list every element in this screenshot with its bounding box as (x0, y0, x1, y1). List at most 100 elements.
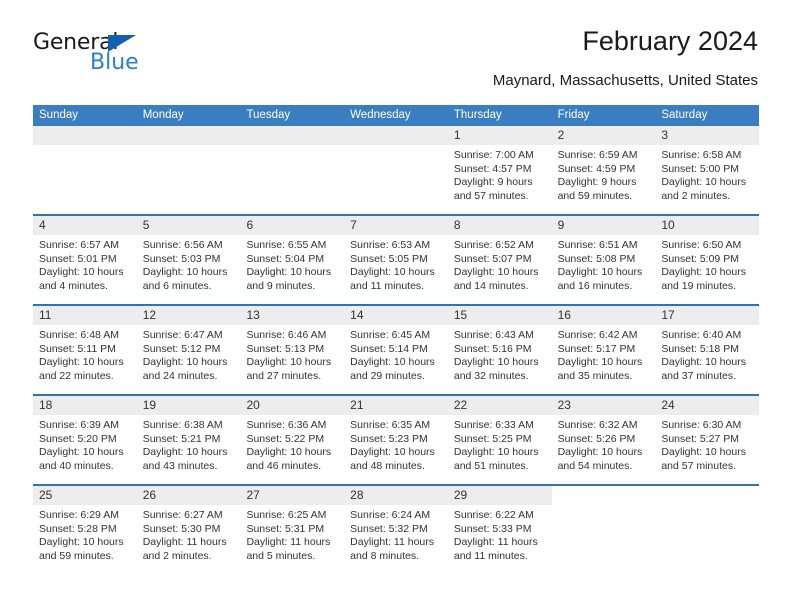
day-cell-1[interactable]: 1 Sunrise: 7:00 AM Sunset: 4:57 PM Daylight… (447, 126, 552, 214)
day-cell-16[interactable]: 16 Sunrise: 6:42 AM Sunset: 5:17 PM Dayligh… (551, 306, 656, 394)
day-cell-empty (552, 486, 656, 574)
logo-text-blue: Blue (90, 50, 139, 75)
day-number: 21 (344, 396, 448, 415)
page-header: General Blue February 2024 Maynard, Mass… (33, 26, 758, 94)
day-cell-15[interactable]: 15 Sunrise: 6:43 AM Sunset: 5:16 PM Dayligh… (447, 306, 552, 394)
calendar-week-cells: 4 Sunrise: 6:57 AM Sunset: 5:01 PM Daylight… (33, 216, 760, 304)
day-cell-8[interactable]: 8 Sunrise: 6:52 AM Sunset: 5:07 PM Daylight… (447, 216, 552, 304)
day-details: Sunrise: 6:48 AM Sunset: 5:11 PM Daylight:… (33, 325, 137, 383)
weekday-header-saturday: Saturday (661, 109, 708, 121)
day-cell-13[interactable]: 13 Sunrise: 6:46 AM Sunset: 5:13 PM Dayligh… (240, 306, 345, 394)
sunrise-text: Sunrise: 6:56 AM (142, 239, 223, 251)
daylight-text: Daylight: 10 hours and 48 minutes. (350, 446, 435, 472)
day-cell-9[interactable]: 9 Sunrise: 6:51 AM Sunset: 5:08 PM Daylight… (551, 216, 656, 304)
sunset-text: Sunset: 5:08 PM (557, 252, 636, 265)
day-cell-empty (33, 126, 137, 214)
day-number: 28 (344, 486, 448, 505)
general-blue-logo: General Blue (33, 32, 213, 80)
day-cell-4[interactable]: 4 Sunrise: 6:57 AM Sunset: 5:01 PM Daylight… (33, 216, 137, 304)
day-number: 19 (136, 396, 241, 415)
sunset-text: Sunset: 5:11 PM (39, 342, 116, 355)
calendar-week-cells: 1 Sunrise: 7:00 AM Sunset: 4:57 PM Daylight… (33, 126, 760, 214)
day-number: 4 (33, 216, 137, 235)
day-number: 12 (136, 306, 241, 325)
daylight-text: Daylight: 10 hours and 4 minutes. (39, 266, 124, 292)
day-cell-17[interactable]: 17 Sunrise: 6:40 AM Sunset: 5:18 PM Dayligh… (655, 306, 760, 394)
weekday-header-wednesday: Wednesday (350, 109, 411, 121)
day-cell-empty (344, 126, 448, 214)
day-cell-29[interactable]: 29 Sunrise: 6:22 AM Sunset: 5:33 PM Dayligh… (447, 486, 552, 574)
weekday-header-row: Sunday Monday Tuesday Wednesday Thursday Frid… (33, 105, 759, 126)
day-cell-24[interactable]: 24 Sunrise: 6:30 AM Sunset: 5:27 PM Dayligh… (655, 396, 760, 484)
sunset-text: Sunset: 5:12 PM (142, 342, 221, 355)
daylight-text: Daylight: 9 hours and 59 minutes. (557, 176, 637, 202)
day-cell-14[interactable]: 14 Sunrise: 6:45 AM Sunset: 5:14 PM Dayligh… (344, 306, 448, 394)
calendar-week-cells: 25 Sunrise: 6:29 AM Sunset: 5:28 PM Dayligh… (33, 486, 759, 574)
day-cell-2[interactable]: 2 Sunrise: 6:59 AM Sunset: 4:59 PM Daylight… (551, 126, 656, 214)
sunset-text: Sunset: 5:27 PM (661, 432, 739, 445)
calendar-week-cells: 11 Sunrise: 6:48 AM Sunset: 5:11 PM Dayligh… (33, 306, 760, 394)
day-number: 14 (344, 306, 448, 325)
sunrise-text: Sunrise: 6:53 AM (350, 239, 431, 251)
sunset-text: Sunset: 5:17 PM (557, 342, 636, 355)
day-number (552, 486, 656, 505)
day-number: 13 (240, 306, 345, 325)
day-details: Sunrise: 6:52 AM Sunset: 5:07 PM Daylight:… (448, 235, 552, 293)
day-number: 1 (447, 126, 552, 145)
sunrise-text: Sunrise: 6:22 AM (453, 509, 534, 521)
sunrise-text: Sunrise: 6:33 AM (453, 419, 534, 431)
daylight-text: Daylight: 10 hours and 57 minutes. (661, 446, 746, 472)
daylight-text: Daylight: 10 hours and 24 minutes. (142, 356, 228, 382)
day-details: Sunrise: 6:29 AM Sunset: 5:28 PM Daylight:… (33, 505, 137, 563)
day-cell-5[interactable]: 5 Sunrise: 6:56 AM Sunset: 5:03 PM Daylight… (136, 216, 241, 304)
day-details: Sunrise: 6:27 AM Sunset: 5:30 PM Daylight:… (137, 505, 241, 563)
day-number: 25 (33, 486, 137, 505)
calendar-page: General Blue February 2024 Maynard, Mass… (0, 0, 792, 612)
day-cell-3[interactable]: 3 Sunrise: 6:58 AM Sunset: 5:00 PM Daylight… (655, 126, 760, 214)
daylight-text: Daylight: 10 hours and 51 minutes. (453, 446, 539, 472)
day-cell-18[interactable]: 18 Sunrise: 6:39 AM Sunset: 5:20 PM Dayligh… (33, 396, 137, 484)
day-details: Sunrise: 7:00 AM Sunset: 4:57 PM Daylight:… (448, 145, 552, 203)
day-cell-7[interactable]: 7 Sunrise: 6:53 AM Sunset: 5:05 PM Daylight… (344, 216, 448, 304)
daylight-text: Daylight: 10 hours and 19 minutes. (661, 266, 746, 292)
day-number (344, 126, 448, 145)
day-cell-6[interactable]: 6 Sunrise: 6:55 AM Sunset: 5:04 PM Daylight… (240, 216, 345, 304)
day-cell-25[interactable]: 25 Sunrise: 6:29 AM Sunset: 5:28 PM Dayligh… (33, 486, 137, 574)
day-cell-22[interactable]: 22 Sunrise: 6:33 AM Sunset: 5:25 PM Dayligh… (447, 396, 552, 484)
day-details: Sunrise: 6:30 AM Sunset: 5:27 PM Daylight:… (655, 415, 759, 473)
day-details: Sunrise: 6:47 AM Sunset: 5:12 PM Daylight:… (137, 325, 241, 383)
daylight-text: Daylight: 10 hours and 11 minutes. (350, 266, 435, 292)
sunset-text: Sunset: 5:00 PM (661, 162, 739, 175)
sunset-text: Sunset: 5:01 PM (39, 252, 117, 265)
daylight-text: Daylight: 11 hours and 8 minutes. (350, 536, 435, 562)
day-cell-12[interactable]: 12 Sunrise: 6:47 AM Sunset: 5:12 PM Dayligh… (136, 306, 241, 394)
daylight-text: Daylight: 10 hours and 37 minutes. (661, 356, 746, 382)
day-cell-27[interactable]: 27 Sunrise: 6:25 AM Sunset: 5:31 PM Dayligh… (240, 486, 345, 574)
calendar-week-row: 18 Sunrise: 6:39 AM Sunset: 5:20 PM Dayligh… (33, 394, 760, 484)
calendar-week-row: 25 Sunrise: 6:29 AM Sunset: 5:28 PM Dayligh… (33, 484, 759, 574)
sunset-text: Sunset: 5:20 PM (39, 432, 117, 445)
calendar-week-row: 11 Sunrise: 6:48 AM Sunset: 5:11 PM Dayligh… (33, 304, 760, 394)
sunrise-text: Sunrise: 6:35 AM (350, 419, 431, 431)
day-cell-21[interactable]: 21 Sunrise: 6:35 AM Sunset: 5:23 PM Dayligh… (344, 396, 448, 484)
daylight-text: Daylight: 10 hours and 16 minutes. (557, 266, 643, 292)
day-details: Sunrise: 6:56 AM Sunset: 5:03 PM Daylight:… (137, 235, 241, 293)
day-cell-26[interactable]: 26 Sunrise: 6:27 AM Sunset: 5:30 PM Dayligh… (136, 486, 241, 574)
day-number: 10 (655, 216, 760, 235)
sunrise-text: Sunrise: 6:25 AM (246, 509, 327, 521)
sunset-text: Sunset: 5:18 PM (661, 342, 739, 355)
day-cell-19[interactable]: 19 Sunrise: 6:38 AM Sunset: 5:21 PM Dayligh… (136, 396, 241, 484)
day-cell-10[interactable]: 10 Sunrise: 6:50 AM Sunset: 5:09 PM Dayligh… (655, 216, 760, 304)
day-number: 7 (344, 216, 448, 235)
sunrise-text: Sunrise: 6:57 AM (39, 239, 119, 251)
sunset-text: Sunset: 5:05 PM (350, 252, 428, 265)
day-cell-23[interactable]: 23 Sunrise: 6:32 AM Sunset: 5:26 PM Dayligh… (551, 396, 656, 484)
day-cell-11[interactable]: 11 Sunrise: 6:48 AM Sunset: 5:11 PM Dayligh… (33, 306, 137, 394)
sunrise-text: Sunrise: 6:50 AM (661, 239, 742, 251)
day-cell-28[interactable]: 28 Sunrise: 6:24 AM Sunset: 5:32 PM Dayligh… (344, 486, 448, 574)
day-cell-20[interactable]: 20 Sunrise: 6:36 AM Sunset: 5:22 PM Dayligh… (240, 396, 345, 484)
day-number (136, 126, 241, 145)
day-details: Sunrise: 6:50 AM Sunset: 5:09 PM Daylight:… (655, 235, 759, 293)
day-number: 22 (447, 396, 552, 415)
sunset-text: Sunset: 5:26 PM (557, 432, 636, 445)
